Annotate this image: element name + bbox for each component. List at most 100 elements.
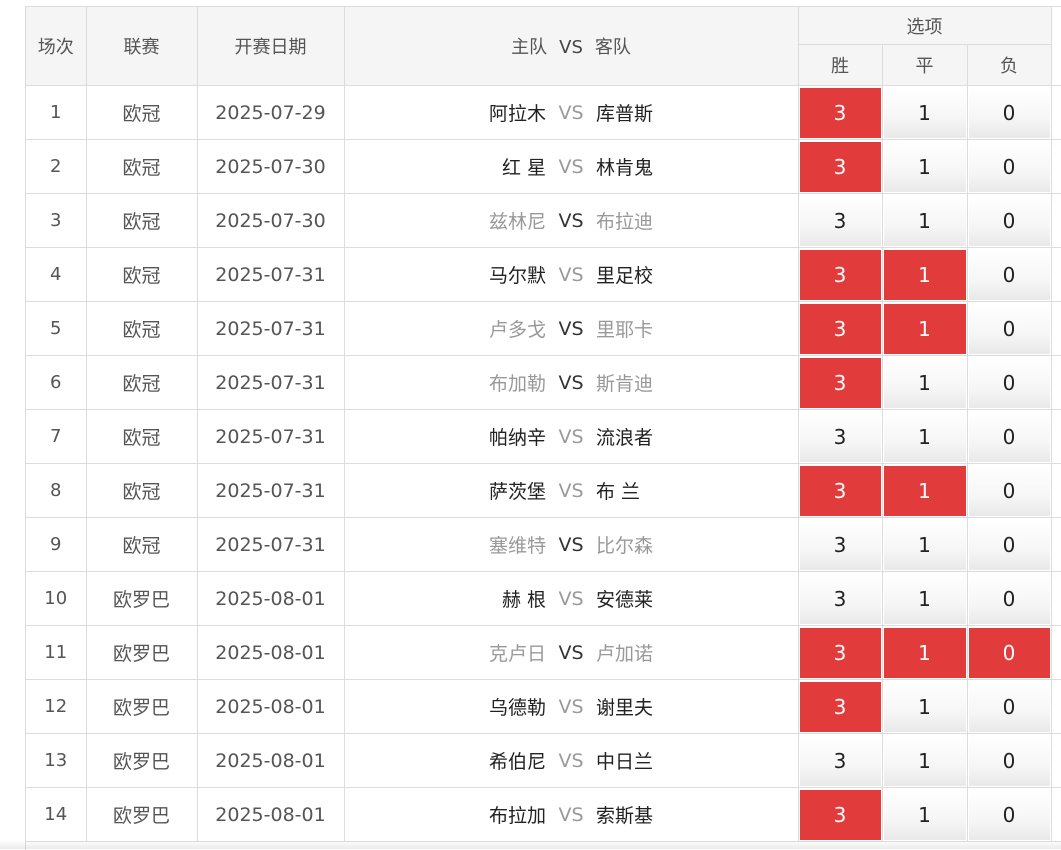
home-team: 克卢日	[488, 643, 546, 665]
header-home: 主队	[511, 37, 548, 58]
league-name: 欧冠	[86, 301, 198, 356]
table-row: 12 欧罗巴 2025-08-01 乌德勒 VS 谢里夫 3 1 0	[26, 679, 1061, 734]
away-team: 布 兰	[596, 481, 641, 503]
win-option-button[interactable]: 3	[799, 357, 881, 408]
draw-cell: 1	[882, 787, 968, 842]
draw-cell: 1	[882, 139, 968, 194]
draw-option-button[interactable]: 1	[883, 87, 966, 138]
draw-option-button[interactable]: 1	[883, 789, 966, 840]
lose-option-button[interactable]: 0	[968, 249, 1050, 300]
win-option-button[interactable]: 3	[799, 789, 881, 840]
header-match: 主队 VS 客队	[344, 7, 799, 86]
lose-cell: 0	[967, 247, 1052, 302]
table-row: 1 欧冠 2025-07-29 阿拉木 VS 库普斯 3 1 0	[26, 85, 1061, 140]
match-date: 2025-08-01	[197, 787, 345, 842]
match-cell: 马尔默 VS 里足校	[344, 247, 799, 302]
draw-option-button[interactable]: 1	[883, 735, 966, 786]
lose-option-button[interactable]: 0	[968, 357, 1050, 408]
vs-label: VS	[558, 263, 584, 286]
lose-option-button[interactable]: 0	[968, 465, 1050, 516]
win-option-button[interactable]: 3	[799, 573, 881, 624]
win-option-button[interactable]: 3	[799, 465, 881, 516]
away-team: 安德莱	[596, 589, 654, 611]
vs-label: VS	[558, 371, 584, 394]
away-team: 中日兰	[596, 751, 654, 773]
match-cell: 希伯尼 VS 中日兰	[344, 733, 799, 788]
win-option-button[interactable]: 3	[799, 303, 881, 354]
draw-option-button[interactable]: 1	[883, 195, 966, 246]
match-date: 2025-07-31	[197, 517, 345, 572]
row-spacer	[1051, 355, 1061, 410]
win-option-button[interactable]: 3	[799, 681, 881, 732]
match-cell: 阿拉木 VS 库普斯	[344, 85, 799, 140]
lose-cell: 0	[967, 355, 1052, 410]
row-spacer	[1051, 787, 1061, 842]
draw-option-button[interactable]: 1	[883, 357, 966, 408]
home-team: 帕纳辛	[488, 427, 546, 449]
win-option-button[interactable]: 3	[799, 627, 881, 678]
win-option-button[interactable]: 3	[799, 249, 881, 300]
lose-option-button[interactable]: 0	[968, 141, 1050, 192]
match-cell: 克卢日 VS 卢加诺	[344, 625, 799, 680]
vs-label: VS	[558, 317, 584, 340]
draw-option-button[interactable]: 1	[883, 681, 966, 732]
table-body: 1 欧冠 2025-07-29 阿拉木 VS 库普斯 3 1 0 2 欧冠 2025-07-30 红 星…	[26, 85, 1061, 842]
draw-cell: 1	[882, 409, 968, 464]
lose-option-button[interactable]: 0	[968, 789, 1050, 840]
header-vs: VS	[559, 37, 583, 58]
win-option-button[interactable]: 3	[799, 195, 881, 246]
lose-option-button[interactable]: 0	[968, 627, 1050, 678]
table-row: 10 欧罗巴 2025-08-01 赫 根 VS 安德莱 3 1 0	[26, 571, 1061, 626]
lose-option-button[interactable]: 0	[968, 735, 1050, 786]
win-option-button[interactable]: 3	[799, 735, 881, 786]
draw-option-button[interactable]: 1	[883, 303, 966, 354]
win-option-button[interactable]: 3	[799, 411, 881, 462]
lose-cell: 0	[967, 193, 1052, 248]
home-team: 红 星	[501, 157, 546, 179]
draw-option-button[interactable]: 1	[883, 573, 966, 624]
win-cell: 3	[798, 625, 883, 680]
match-cell: 兹林尼 VS 布拉迪	[344, 193, 799, 248]
lose-option-button[interactable]: 0	[968, 195, 1050, 246]
lose-option-button[interactable]: 0	[968, 303, 1050, 354]
table-row: 14 欧罗巴 2025-08-01 布拉加 VS 索斯基 3 1 0	[26, 787, 1061, 842]
match-date: 2025-07-31	[197, 463, 345, 518]
draw-option-button[interactable]: 1	[883, 627, 966, 678]
match-teams: 布加勒 VS 斯肯迪	[345, 369, 798, 396]
lose-cell: 0	[967, 409, 1052, 464]
row-spacer	[1051, 571, 1061, 626]
match-cell: 卢多戈 VS 里耶卡	[344, 301, 799, 356]
win-option-button[interactable]: 3	[799, 141, 881, 192]
win-option-button[interactable]: 3	[799, 519, 881, 570]
win-option-button[interactable]: 3	[799, 87, 881, 138]
away-team: 库普斯	[596, 103, 654, 125]
match-index: 1	[26, 85, 87, 140]
league-name: 欧冠	[86, 409, 198, 464]
draw-option-button[interactable]: 1	[883, 249, 966, 300]
lose-option-button[interactable]: 0	[968, 411, 1050, 462]
match-cell: 红 星 VS 林肯鬼	[344, 139, 799, 194]
table-row: 6 欧冠 2025-07-31 布加勒 VS 斯肯迪 3 1 0	[26, 355, 1061, 410]
lose-cell: 0	[967, 571, 1052, 626]
lose-cell: 0	[967, 85, 1052, 140]
vs-label: VS	[558, 209, 584, 232]
away-team: 里耶卡	[596, 319, 654, 341]
win-cell: 3	[798, 733, 883, 788]
header-index: 场次	[26, 7, 87, 86]
match-date: 2025-07-31	[197, 247, 345, 302]
lose-option-button[interactable]: 0	[968, 573, 1050, 624]
lose-option-button[interactable]: 0	[968, 519, 1050, 570]
win-cell: 3	[798, 517, 883, 572]
lose-option-button[interactable]: 0	[968, 681, 1050, 732]
draw-option-button[interactable]: 1	[883, 519, 966, 570]
lose-cell: 0	[967, 733, 1052, 788]
draw-option-button[interactable]: 1	[883, 465, 966, 516]
match-index: 6	[26, 355, 87, 410]
draw-option-button[interactable]: 1	[883, 141, 966, 192]
table-row: 7 欧冠 2025-07-31 帕纳辛 VS 流浪者 3 1 0	[26, 409, 1061, 464]
win-cell: 3	[798, 571, 883, 626]
match-date: 2025-07-31	[197, 409, 345, 464]
draw-option-button[interactable]: 1	[883, 411, 966, 462]
lose-option-button[interactable]: 0	[968, 87, 1050, 138]
away-team: 卢加诺	[596, 643, 654, 665]
